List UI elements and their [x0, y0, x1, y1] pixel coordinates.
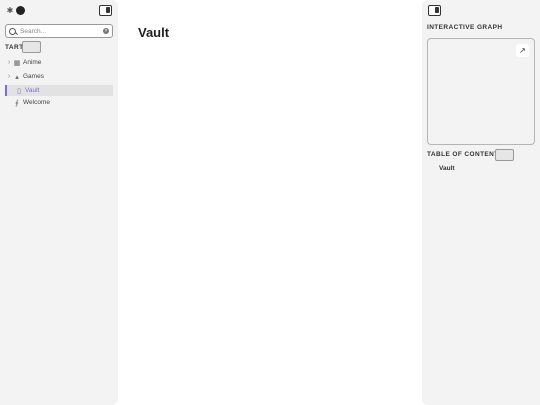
page-title: Vault [138, 25, 170, 40]
search-icon [9, 27, 16, 35]
explorer-collapse-button[interactable] [22, 41, 41, 53]
theme-toggle[interactable]: ✱ [6, 5, 26, 16]
paperclip-icon: ∮ [15, 99, 19, 107]
book-icon: ▦ [13, 59, 21, 67]
chevron-right-icon: › [7, 59, 11, 66]
tree-item-label: Vault [25, 87, 40, 94]
tree-item-anime[interactable]: › ▦ Anime [5, 57, 113, 68]
file-icon: ▯ [17, 87, 21, 95]
graph-title: INTERACTIVE GRAPH [427, 24, 503, 31]
tree-item-label: Welcome [23, 99, 50, 106]
gamepad-icon: ▴ [15, 73, 19, 81]
tree-item-welcome[interactable]: ∮ Welcome [5, 97, 113, 108]
x-circle-icon[interactable]: × [103, 28, 109, 34]
main-content [118, 0, 422, 405]
tree-item-label: Games [23, 73, 44, 80]
moon-icon [16, 6, 25, 15]
layout-toggle-icon[interactable] [99, 5, 112, 16]
explorer-title: TART [5, 44, 24, 51]
sun-icon: ✱ [6, 5, 14, 15]
tree-item-label: Anime [23, 59, 42, 66]
expand-icon[interactable]: ↗ [516, 44, 529, 57]
toc-title: TABLE OF CONTENTS [427, 151, 504, 158]
toc-collapse-button[interactable] [495, 149, 514, 161]
toc-item-vault[interactable]: Vault [439, 165, 455, 172]
search-box[interactable]: × [5, 24, 113, 38]
tree-item-vault[interactable]: ▯ Vault [5, 85, 113, 96]
chevron-right-icon: › [7, 73, 11, 80]
tree-item-games[interactable]: › ▴ Games [5, 71, 113, 82]
layout-toggle-icon[interactable] [428, 5, 441, 16]
interactive-graph[interactable]: ↗ [427, 38, 535, 145]
search-input[interactable] [20, 27, 96, 35]
